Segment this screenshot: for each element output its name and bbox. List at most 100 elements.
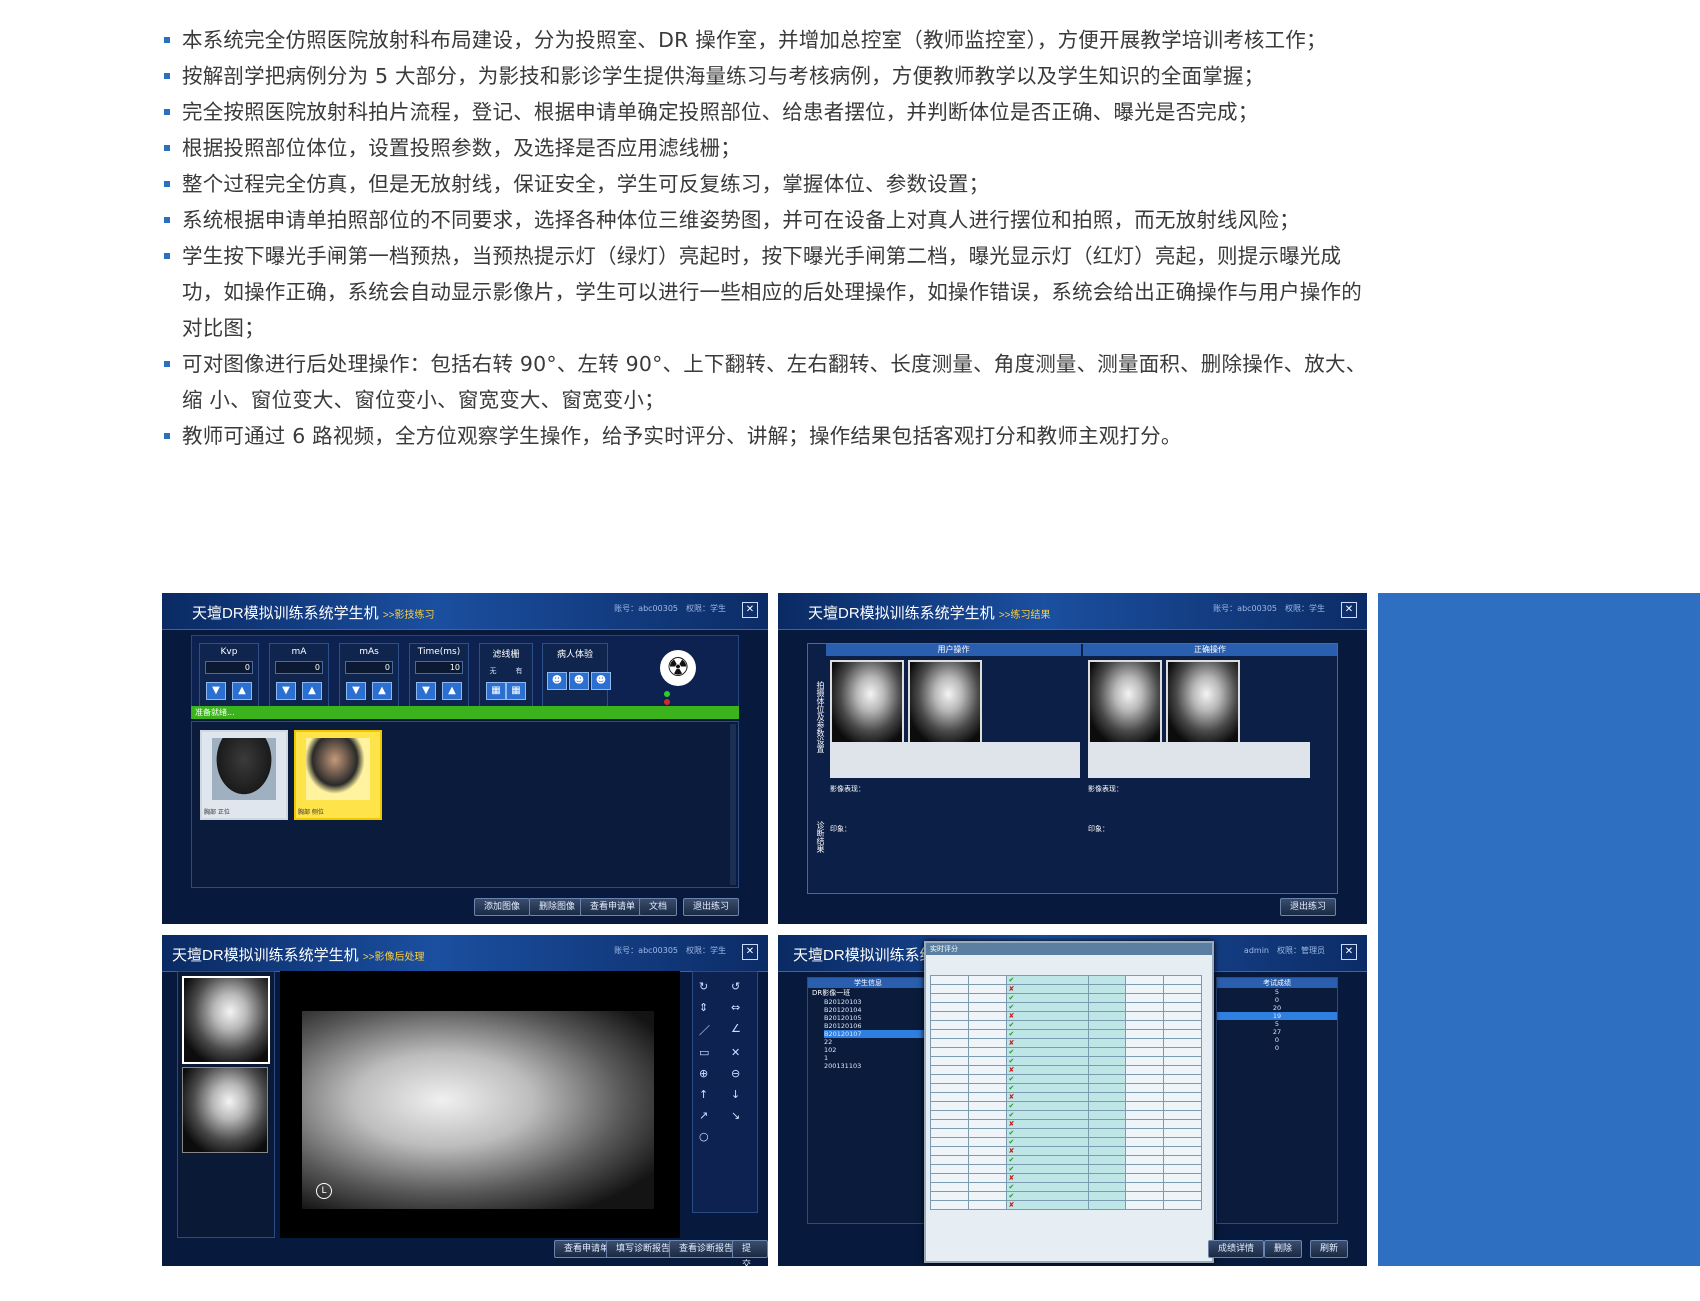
submit-button[interactable]: 提交 (732, 1240, 768, 1266)
score-row[interactable]: 20 (1217, 1004, 1337, 1012)
pose-side-thumb[interactable]: 胸部 侧位 (294, 730, 382, 820)
score-row[interactable]: 27 (1217, 1028, 1337, 1036)
view-request-button[interactable]: 查看申请单 (580, 898, 646, 916)
table-cell (1087, 1110, 1127, 1120)
reset-icon[interactable]: ○ (699, 1130, 721, 1143)
refresh-button[interactable]: 刷新 (1310, 1240, 1349, 1258)
table-cell (967, 1083, 1007, 1093)
table-row: ✔ (930, 993, 1202, 1003)
check-icon: ✔ (1008, 1111, 1015, 1119)
table-cell (930, 1065, 969, 1075)
student-row[interactable]: B20120104 (824, 1006, 928, 1014)
exit-practice-button[interactable]: 退出练习 (1279, 898, 1336, 916)
area-measure-icon[interactable]: ▭ (699, 1046, 721, 1059)
student-row[interactable]: 22 (824, 1038, 928, 1046)
down-arrow-icon[interactable]: ▼ (416, 682, 436, 700)
filter-control[interactable]: 滤线栅 无 有 ▦ ▦ (479, 643, 533, 707)
up-arrow-icon[interactable]: ▲ (442, 682, 462, 700)
length-measure-icon[interactable]: ／ (699, 1022, 721, 1038)
delete-icon[interactable]: ✕ (731, 1046, 753, 1059)
filter-option-none[interactable]: 无 (490, 666, 497, 676)
table-cell (1087, 1101, 1127, 1111)
flip-horizontal-icon[interactable]: ⇔ (731, 1001, 753, 1014)
table-row: ✘ (930, 1146, 1202, 1156)
score-row[interactable]: 0 (1217, 1036, 1337, 1044)
patient-control[interactable]: 病人体验 ☻ ☻ ☻ (542, 643, 611, 707)
mas-control[interactable]: mAs 0 ▼ ▲ (339, 643, 399, 707)
person-icon[interactable]: ☻ (569, 672, 589, 690)
exposure-light (664, 699, 670, 705)
check-icon: ✔ (1008, 1156, 1015, 1164)
close-icon[interactable]: ✕ (742, 602, 758, 618)
grid-on-icon[interactable]: ▦ (506, 682, 526, 700)
table-row: ✘ (930, 1119, 1202, 1129)
zoom-out-icon[interactable]: ⊖ (731, 1067, 753, 1080)
down-arrow-icon[interactable]: ▼ (276, 682, 296, 700)
grid-off-icon[interactable]: ▦ (486, 682, 506, 700)
close-icon[interactable]: ✕ (1341, 944, 1357, 960)
table-cell (1087, 1092, 1127, 1102)
score-row[interactable]: 19 (1217, 1012, 1337, 1020)
exit-practice-button[interactable]: 退出练习 (683, 898, 740, 916)
score-details-button[interactable]: 成绩详情 (1208, 1240, 1265, 1258)
student-row[interactable]: B20120103 (824, 998, 928, 1006)
table-cell (1163, 1065, 1202, 1075)
person-icon[interactable]: ☻ (591, 672, 611, 690)
up-arrow-icon[interactable]: ▲ (302, 682, 322, 700)
document-button[interactable]: 文档 (639, 898, 678, 916)
delete-image-button[interactable]: 删除图像 (529, 898, 586, 916)
close-icon[interactable]: ✕ (1341, 602, 1357, 618)
scrollbar[interactable] (730, 724, 736, 885)
filter-option-yes[interactable]: 有 (516, 666, 523, 676)
table-cell (930, 1011, 969, 1021)
score-row[interactable]: 5 (1217, 988, 1337, 996)
table-cell (1125, 984, 1165, 994)
up-arrow-icon[interactable]: ▲ (372, 682, 392, 700)
student-row[interactable]: 1 (824, 1054, 928, 1062)
window-width-up-icon[interactable]: ↗ (699, 1109, 721, 1122)
table-cell (967, 1146, 1007, 1156)
thumbnail-1[interactable] (182, 976, 270, 1064)
person-icon[interactable]: ☻ (547, 672, 567, 690)
kvp-control[interactable]: Kvp 0 ▼ ▲ (199, 643, 259, 707)
table-cell (1087, 1119, 1127, 1129)
table-cell (967, 975, 1007, 985)
rotate-left-icon[interactable]: ↺ (731, 980, 753, 993)
student-row[interactable]: B20120105 (824, 1014, 928, 1022)
class-item[interactable]: DR影像一班 (808, 988, 928, 998)
table-cell (930, 1182, 969, 1192)
cross-icon: ✘ (1008, 985, 1015, 993)
student-row[interactable]: B20120107 (824, 1030, 928, 1038)
flip-vertical-icon[interactable]: ⇕ (699, 1001, 721, 1014)
down-arrow-icon[interactable]: ▼ (346, 682, 366, 700)
zoom-in-icon[interactable]: ⊕ (699, 1067, 721, 1080)
tool-palette: ↻ ↺ ⇕ ⇔ ／ ∠ ▭ ✕ ⊕ ⊖ ↑ ↓ ↗ ↘ ○ (692, 971, 758, 1213)
table-cell: ✘ (1005, 1119, 1089, 1129)
delete-button[interactable]: 删除 (1264, 1240, 1303, 1258)
score-row[interactable]: 0 (1217, 1044, 1337, 1052)
close-icon[interactable]: ✕ (742, 944, 758, 960)
table-cell (1125, 1002, 1165, 1012)
add-image-button[interactable]: 添加图像 (474, 898, 531, 916)
titlebar: 天壇DR模拟训练系统学生机 >>影技练习 账号：abc00305 权限：学生 ✕ (162, 593, 768, 630)
angle-measure-icon[interactable]: ∠ (731, 1022, 753, 1038)
pose-back-thumb[interactable]: 胸部 正位 (200, 730, 288, 820)
table-cell (930, 1056, 969, 1066)
rotate-right-icon[interactable]: ↻ (699, 980, 721, 993)
window-width-down-icon[interactable]: ↘ (731, 1109, 753, 1122)
up-arrow-icon[interactable]: ▲ (232, 682, 252, 700)
table-cell (967, 1164, 1007, 1174)
student-row[interactable]: 102 (824, 1046, 928, 1054)
student-row[interactable]: B20120106 (824, 1022, 928, 1030)
window-level-up-icon[interactable]: ↑ (699, 1088, 721, 1101)
thumbnail-2[interactable] (182, 1067, 268, 1153)
xray-image[interactable] (302, 1011, 654, 1209)
score-row[interactable]: 0 (1217, 996, 1337, 1004)
down-arrow-icon[interactable]: ▼ (206, 682, 226, 700)
time-control[interactable]: Time(ms) 10 ▼ ▲ (409, 643, 469, 707)
table-cell (967, 1065, 1007, 1075)
student-row[interactable]: 200131103 (824, 1062, 928, 1070)
window-level-down-icon[interactable]: ↓ (731, 1088, 753, 1101)
ma-control[interactable]: mA 0 ▼ ▲ (269, 643, 329, 707)
score-row[interactable]: 5 (1217, 1020, 1337, 1028)
